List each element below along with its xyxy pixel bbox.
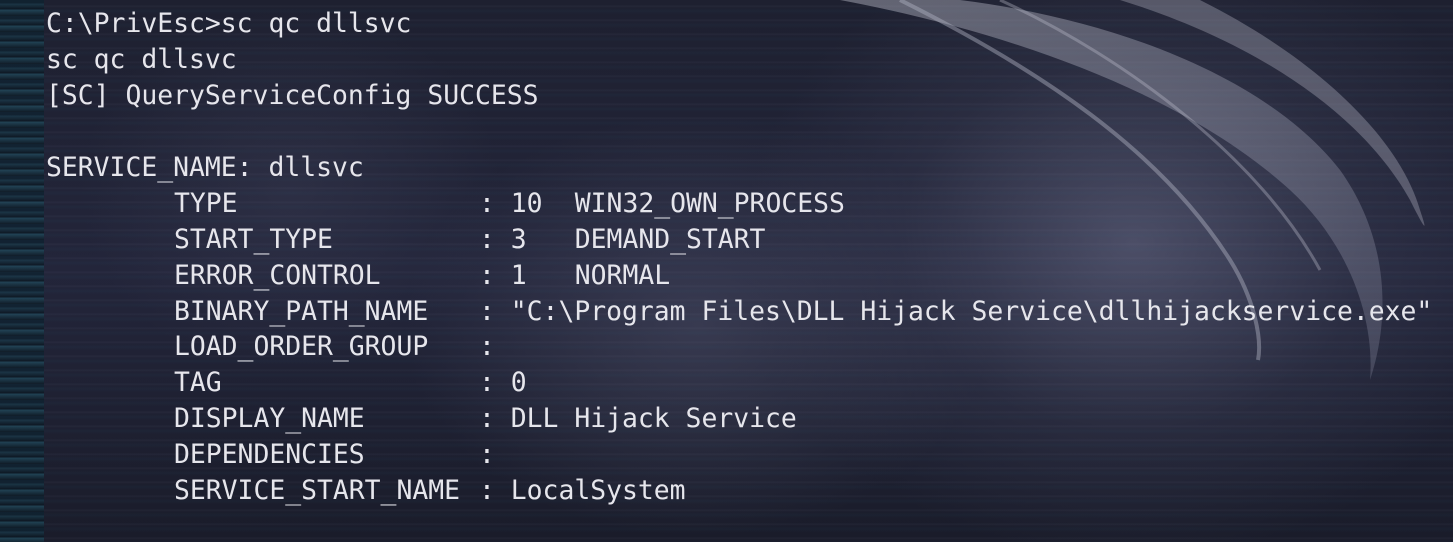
field-key: DEPENDENCIES [174,439,365,471]
field-value: WIN32_OWN_PROCESS [574,187,845,219]
service-name-value: dllsvc [268,151,364,183]
field-key: ERROR_CONTROL [174,259,381,291]
field-code: 0 [510,367,527,399]
field-row: DEPENDENCIES: [46,437,1432,473]
field-code: 3 [510,223,527,255]
field-key: START_TYPE [174,223,333,255]
field-separator: : [479,223,511,255]
field-row: TYPE: 10 WIN32_OWN_PROCESS [46,186,1432,222]
status-line: [SC] QueryServiceConfig SUCCESS [46,79,539,111]
field-row: BINARY_PATH_NAME: "C:\Program Files\DLL … [46,294,1432,330]
field-value: "C:\Program Files\DLL Hijack Service\dll… [510,295,1433,327]
field-key: LOAD_ORDER_GROUP [174,331,429,363]
field-separator: : [479,403,511,435]
service-name-line: SERVICE_NAME: dllsvc [46,150,1432,186]
field-separator: : [479,331,511,363]
field-row: TAG: 0 [46,365,1432,401]
field-separator: : [479,187,511,219]
field-key: SERVICE_START_NAME [174,475,460,507]
service-name-label: SERVICE_NAME: [46,151,253,183]
field-row: SERVICE_START_NAME: LocalSystem [46,473,1432,509]
field-separator: : [479,367,511,399]
field-key: TAG [174,367,222,399]
command-output[interactable]: C:\PrivEsc>sc qc dllsvc sc qc dllsvc [SC] … [46,6,1432,509]
echo-line: sc qc dllsvc [46,43,237,75]
field-separator: : [479,475,511,507]
field-value: NORMAL [574,259,671,291]
field-value: DLL Hijack Service [510,403,797,435]
field-separator: : [479,259,511,291]
background-edge-strip [0,0,44,542]
field-row: ERROR_CONTROL: 1 NORMAL [46,258,1432,294]
field-key: BINARY_PATH_NAME [174,295,429,327]
field-value: DEMAND_START [574,223,766,255]
field-key: TYPE [174,187,238,219]
field-row: START_TYPE: 3 DEMAND_START [46,222,1432,258]
prompt-line: C:\PrivEsc>sc qc dllsvc [46,8,412,39]
field-row: LOAD_ORDER_GROUP: [46,329,1432,365]
field-separator: : [479,439,511,471]
field-code: 1 [510,259,527,291]
field-value: LocalSystem [510,475,686,507]
field-row: DISPLAY_NAME: DLL Hijack Service [46,401,1432,437]
field-key: DISPLAY_NAME [174,403,365,435]
field-separator: : [479,295,511,327]
terminal-window[interactable]: C:\PrivEsc>sc qc dllsvc sc qc dllsvc [SC] … [0,0,1453,542]
field-code: 10 [510,187,543,219]
